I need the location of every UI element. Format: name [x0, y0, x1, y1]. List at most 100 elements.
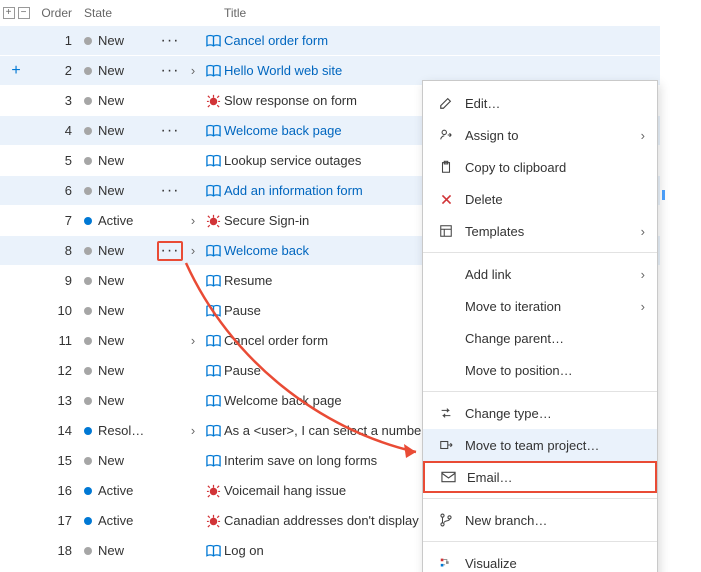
- state-dot-icon: [84, 337, 92, 345]
- bug-icon: [202, 483, 224, 498]
- backlog-item-icon: [202, 274, 224, 288]
- more-actions-button[interactable]: ···: [157, 241, 184, 261]
- table-row[interactable]: 1New ··· Cancel order form: [0, 26, 660, 56]
- order-cell: 1: [32, 33, 84, 48]
- state-dot-icon: [84, 457, 92, 465]
- col-header-state[interactable]: State: [84, 6, 156, 20]
- ctx-templates[interactable]: Templates ›: [423, 215, 657, 247]
- expand-chevron-icon[interactable]: ›: [191, 423, 195, 438]
- ctx-delete[interactable]: Delete: [423, 183, 657, 215]
- state-cell: New: [84, 153, 156, 168]
- work-item-title[interactable]: Cancel order form: [224, 33, 660, 48]
- move-project-icon: [435, 438, 457, 452]
- state-dot-icon: [84, 67, 92, 75]
- backlog-item-icon: [202, 244, 224, 258]
- state-dot-icon: [84, 307, 92, 315]
- order-cell: 15: [32, 453, 84, 468]
- visualize-icon: [435, 556, 457, 570]
- state-dot-icon: [84, 97, 92, 105]
- state-cell: New: [84, 33, 156, 48]
- order-cell: 17: [32, 513, 84, 528]
- order-cell: 11: [32, 333, 84, 348]
- templates-icon: [435, 224, 457, 238]
- state-cell: New: [84, 543, 156, 558]
- expand-chevron-icon[interactable]: ›: [191, 243, 195, 258]
- pencil-icon: [435, 96, 457, 110]
- state-cell: New: [84, 93, 156, 108]
- state-dot-icon: [84, 397, 92, 405]
- col-header-order[interactable]: Order: [32, 6, 84, 20]
- change-type-icon: [435, 406, 457, 420]
- more-actions-button[interactable]: ···: [161, 123, 180, 139]
- col-header-title[interactable]: Title: [224, 6, 660, 20]
- state-cell: New: [84, 273, 156, 288]
- table-header-row: + − Order State Title: [0, 0, 660, 26]
- backlog-item-icon: [202, 394, 224, 408]
- order-cell: 2: [32, 63, 84, 78]
- state-cell: Active: [84, 213, 156, 228]
- ctx-edit[interactable]: Edit…: [423, 87, 657, 119]
- add-row-button[interactable]: +: [11, 62, 20, 80]
- state-cell: New: [84, 63, 156, 78]
- state-cell: New: [84, 183, 156, 198]
- backlog-item-icon: [202, 304, 224, 318]
- ctx-change-parent[interactable]: Change parent…: [423, 322, 657, 354]
- work-item-title[interactable]: Hello World web site: [224, 63, 660, 78]
- bug-icon: [202, 213, 224, 228]
- backlog-item-icon: [202, 64, 224, 78]
- backlog-item-icon: [202, 364, 224, 378]
- ctx-change-type[interactable]: Change type…: [423, 397, 657, 429]
- more-actions-button[interactable]: ···: [161, 33, 180, 49]
- state-dot-icon: [84, 517, 92, 525]
- menu-separator: [423, 391, 657, 392]
- state-cell: New: [84, 363, 156, 378]
- order-cell: 9: [32, 273, 84, 288]
- order-cell: 6: [32, 183, 84, 198]
- ctx-visualize[interactable]: Visualize: [423, 547, 657, 572]
- menu-separator: [423, 541, 657, 542]
- collapse-all-button[interactable]: −: [18, 7, 30, 19]
- ctx-move-team-project[interactable]: Move to team project…: [423, 429, 657, 461]
- ctx-email[interactable]: Email…: [423, 461, 657, 493]
- state-cell: Active: [84, 483, 156, 498]
- order-cell: 14: [32, 423, 84, 438]
- menu-separator: [423, 498, 657, 499]
- more-actions-button[interactable]: ···: [161, 63, 180, 79]
- state-dot-icon: [84, 157, 92, 165]
- order-cell: 18: [32, 543, 84, 558]
- backlog-item-icon: [202, 454, 224, 468]
- backlog-item-icon: [202, 154, 224, 168]
- state-dot-icon: [84, 37, 92, 45]
- ctx-assign-to[interactable]: Assign to ›: [423, 119, 657, 151]
- more-actions-button[interactable]: ···: [161, 183, 180, 199]
- ctx-copy-clipboard[interactable]: Copy to clipboard: [423, 151, 657, 183]
- clipboard-icon: [435, 160, 457, 174]
- order-cell: 13: [32, 393, 84, 408]
- state-cell: New: [84, 333, 156, 348]
- expand-chevron-icon[interactable]: ›: [191, 63, 195, 78]
- chevron-right-icon: ›: [641, 299, 645, 314]
- expand-all-button[interactable]: +: [3, 7, 15, 19]
- expand-chevron-icon[interactable]: ›: [191, 333, 195, 348]
- delete-x-icon: [435, 193, 457, 206]
- state-dot-icon: [84, 487, 92, 495]
- ctx-move-iteration[interactable]: Move to iteration ›: [423, 290, 657, 322]
- state-cell: Active: [84, 513, 156, 528]
- state-cell: New: [84, 123, 156, 138]
- ctx-add-link[interactable]: Add link ›: [423, 258, 657, 290]
- state-cell: New: [84, 453, 156, 468]
- backlog-item-icon: [202, 544, 224, 558]
- backlog-item-icon: [202, 124, 224, 138]
- order-cell: 10: [32, 303, 84, 318]
- order-cell: 12: [32, 363, 84, 378]
- ctx-new-branch[interactable]: New branch…: [423, 504, 657, 536]
- person-arrow-icon: [435, 128, 457, 142]
- state-dot-icon: [84, 217, 92, 225]
- state-cell: New: [84, 393, 156, 408]
- ctx-move-position[interactable]: Move to position…: [423, 354, 657, 386]
- backlog-item-icon: [202, 34, 224, 48]
- expand-chevron-icon[interactable]: ›: [191, 213, 195, 228]
- bug-icon: [202, 93, 224, 108]
- state-dot-icon: [84, 247, 92, 255]
- state-dot-icon: [84, 547, 92, 555]
